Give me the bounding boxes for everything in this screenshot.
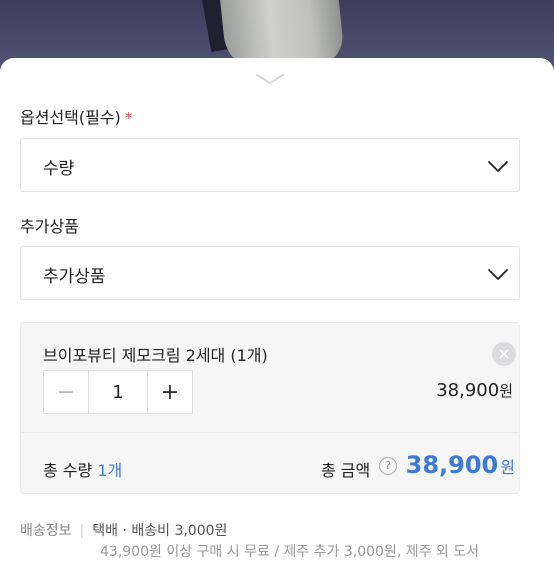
total-amount-value: 38,900 — [405, 451, 499, 479]
decrease-quantity-button[interactable]: − — [44, 371, 89, 413]
shipping-detail: 43,900원 이상 구매 시 무료 / 제주 추가 3,000원, 제주 외 … — [100, 544, 480, 560]
shipping-separator: | — [79, 523, 85, 539]
quantity-value[interactable]: 1 — [89, 371, 147, 413]
item-price: 38,900원 — [436, 380, 513, 401]
shipping-label: 배송정보 — [20, 523, 72, 539]
help-icon[interactable]: ? — [379, 457, 397, 475]
addon-select-dropdown[interactable]: 추가상품 — [20, 246, 520, 300]
total-amount-label: 총 금액 — [321, 461, 371, 480]
total-amount-unit: 원 — [500, 458, 515, 477]
remove-option-button[interactable] — [492, 342, 516, 366]
shipping-info: 배송정보 | 택배 · 배송비 3,000원 — [20, 520, 227, 540]
option-select-value: 수량 — [43, 159, 75, 179]
addon-select-value: 추가상품 — [43, 267, 106, 287]
chevron-down-icon — [488, 161, 508, 172]
item-price-value: 38,900 — [436, 380, 500, 401]
option-select-label: 옵션선택(필수) * — [20, 104, 132, 128]
total-amount: 38,900 원 — [406, 451, 515, 479]
sheet-collapse-handle-icon[interactable] — [255, 72, 285, 86]
increase-quantity-button[interactable]: + — [147, 371, 192, 413]
total-quantity-label: 총 수량 — [43, 461, 93, 480]
option-select-label-text: 옵션선택(필수) — [20, 108, 121, 127]
required-mark: * — [124, 109, 133, 127]
shipping-value: 택배 · 배송비 3,000원 — [92, 523, 228, 539]
quantity-stepper: − 1 + — [43, 370, 193, 414]
total-quantity-value: 1개 — [97, 461, 123, 480]
card-divider — [21, 432, 519, 433]
chevron-down-icon — [488, 269, 508, 280]
item-price-unit: 원 — [499, 382, 513, 400]
option-select-dropdown[interactable]: 수량 — [20, 138, 520, 192]
selected-product-name: 브이포뷰티 제모크림 2세대 (1개) — [43, 346, 268, 365]
selected-option-card: 브이포뷰티 제모크림 2세대 (1개) − 1 + 38,900원 총 수량 1… — [20, 322, 520, 494]
close-icon — [499, 349, 509, 359]
addon-select-label: 추가상품 — [20, 217, 79, 236]
total-quantity: 총 수량 1개 — [43, 457, 122, 481]
